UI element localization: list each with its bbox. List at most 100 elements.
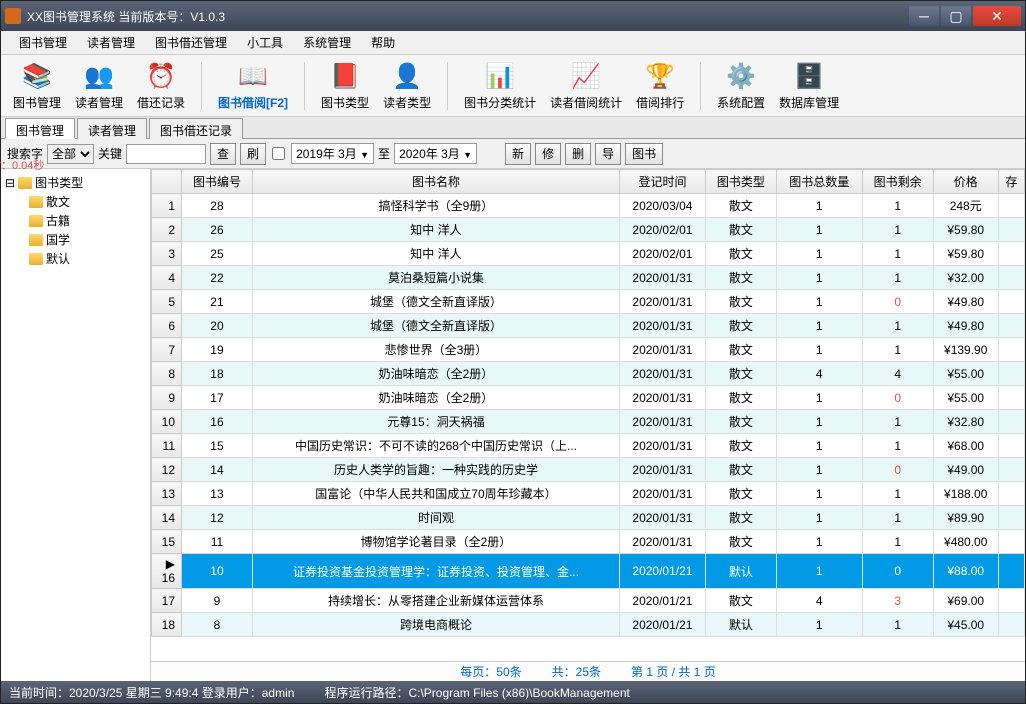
tool-借阅排行[interactable]: 🏆借阅排行 xyxy=(630,58,690,113)
cell: 14 xyxy=(152,506,182,530)
edit-button[interactable]: 修 xyxy=(535,143,561,165)
cell: ¥139.90 xyxy=(933,338,998,362)
cell: 1 xyxy=(862,194,933,218)
date-filter-checkbox[interactable] xyxy=(272,147,285,160)
menubar: 图书管理读者管理图书借还管理小工具系统管理帮助 xyxy=(1,31,1025,55)
tab-strip: 图书管理读者管理图书借还记录 xyxy=(1,117,1025,139)
col-图书总数量[interactable]: 图书总数量 xyxy=(776,170,862,194)
table-row[interactable]: 325知中 洋人2020/02/01散文11¥59.80 xyxy=(152,242,1025,266)
delete-button[interactable]: 删 xyxy=(565,143,591,165)
table-row[interactable]: 1511博物馆学论著目录（全2册）2020/01/31散文11¥480.00 xyxy=(152,530,1025,554)
table-row[interactable]: 521城堡（德文全新直译版）2020/01/31散文10¥49.80 xyxy=(152,290,1025,314)
main-window: XX图书管理系统 当前版本号：V1.0.3 ─ ▢ ✕ 图书管理读者管理图书借还… xyxy=(0,0,1026,704)
menu-小工具[interactable]: 小工具 xyxy=(237,31,293,54)
cell: 7 xyxy=(152,338,182,362)
date-from[interactable]: 2019年 3月 ▼ xyxy=(291,143,374,164)
table-row[interactable]: 1214历史人类学的旨趣：一种实践的历史学2020/01/31散文10¥49.0… xyxy=(152,458,1025,482)
tab-图书管理[interactable]: 图书管理 xyxy=(5,118,75,139)
book-button[interactable]: 图书 xyxy=(625,143,663,165)
tree-node-默认[interactable]: 默认 xyxy=(5,249,146,268)
col-图书类型[interactable]: 图书类型 xyxy=(705,170,776,194)
cell: 中国历史常识：不可不读的268个中国历史常识（上... xyxy=(252,434,619,458)
menu-帮助[interactable]: 帮助 xyxy=(361,31,405,54)
search-keyword-input[interactable] xyxy=(126,144,206,164)
cell: ¥49.00 xyxy=(933,458,998,482)
search-field-select[interactable]: 全部 xyxy=(47,144,94,164)
tool-读者借阅统计[interactable]: 📈读者借阅统计 xyxy=(544,58,628,113)
search-button[interactable]: 查 xyxy=(210,143,236,165)
table-row[interactable]: 1016元尊15：洞天祸福2020/01/31散文11¥32.80 xyxy=(152,410,1025,434)
menu-系统管理[interactable]: 系统管理 xyxy=(293,31,361,54)
tool-图书管理[interactable]: 📚图书管理 xyxy=(7,58,67,113)
table-row[interactable]: 1115中国历史常识：不可不读的268个中国历史常识（上...2020/01/3… xyxy=(152,434,1025,458)
cell: 默认 xyxy=(705,554,776,589)
col-价格[interactable]: 价格 xyxy=(933,170,998,194)
table-row[interactable]: 818奶油味暗恋（全2册）2020/01/31散文44¥55.00 xyxy=(152,362,1025,386)
table-row[interactable]: 1412时间观2020/01/31散文11¥89.90 xyxy=(152,506,1025,530)
menu-图书借还管理[interactable]: 图书借还管理 xyxy=(145,31,237,54)
tool-借还记录[interactable]: ⏰借还记录 xyxy=(131,58,191,113)
tool-label: 读者借阅统计 xyxy=(550,94,622,111)
col-图书编号[interactable]: 图书编号 xyxy=(182,170,253,194)
tree-node-散文[interactable]: 散文 xyxy=(5,192,146,211)
col-登记时间[interactable]: 登记时间 xyxy=(619,170,705,194)
cell: ¥59.80 xyxy=(933,218,998,242)
cell xyxy=(998,266,1024,290)
tool-图书类型[interactable]: 📕图书类型 xyxy=(315,58,375,113)
tool-图书分类统计[interactable]: 📊图书分类统计 xyxy=(458,58,542,113)
cell: 1 xyxy=(776,506,862,530)
book-grid[interactable]: 图书编号图书名称登记时间图书类型图书总数量图书剩余价格存128搞怪科学书（全9册… xyxy=(151,169,1025,661)
close-button[interactable]: ✕ xyxy=(973,6,1021,26)
tool-读者类型[interactable]: 👤读者类型 xyxy=(377,58,437,113)
cell: 12 xyxy=(182,506,253,530)
table-row[interactable]: 226知中 洋人2020/02/01散文11¥59.80 xyxy=(152,218,1025,242)
cell xyxy=(998,482,1024,506)
tool-label: 数据库管理 xyxy=(779,94,839,111)
cell: 散文 xyxy=(705,589,776,613)
minimize-button[interactable]: ─ xyxy=(909,6,939,26)
tab-读者管理[interactable]: 读者管理 xyxy=(77,118,147,139)
cell: ¥49.80 xyxy=(933,314,998,338)
cell: 1 xyxy=(862,218,933,242)
tree-node-国学[interactable]: 国学 xyxy=(5,230,146,249)
table-row[interactable]: 620城堡（德文全新直译版）2020/01/31散文11¥49.80 xyxy=(152,314,1025,338)
tool-系统配置[interactable]: ⚙️系统配置 xyxy=(711,58,771,113)
tree-root[interactable]: ⊟图书类型 xyxy=(5,173,146,192)
cell: 1 xyxy=(776,434,862,458)
table-row[interactable]: 188跨境电商概论2020/01/21默认11¥45.00 xyxy=(152,613,1025,637)
cell: 2020/01/31 xyxy=(619,290,705,314)
new-button[interactable]: 新 xyxy=(505,143,531,165)
cell: 1 xyxy=(862,266,933,290)
table-row[interactable]: 128搞怪科学书（全9册）2020/03/04散文11248元 xyxy=(152,194,1025,218)
table-row[interactable]: 917奶油味暗恋（全2册）2020/01/31散文10¥55.00 xyxy=(152,386,1025,410)
cell: 2020/01/31 xyxy=(619,410,705,434)
col-图书剩余[interactable]: 图书剩余 xyxy=(862,170,933,194)
tab-图书借还记录[interactable]: 图书借还记录 xyxy=(149,118,243,139)
col-图书名称[interactable]: 图书名称 xyxy=(252,170,619,194)
table-row[interactable]: 179持续增长：从零搭建企业新媒体运营体系2020/01/21散文43¥69.0… xyxy=(152,589,1025,613)
cell: 1 xyxy=(776,613,862,637)
table-row[interactable]: 719悲惨世界（全3册）2020/01/31散文11¥139.90 xyxy=(152,338,1025,362)
tree-node-古籍[interactable]: 古籍 xyxy=(5,211,146,230)
table-row[interactable]: 422莫泊桑短篇小说集2020/01/31散文11¥32.00 xyxy=(152,266,1025,290)
cell: 0 xyxy=(862,386,933,410)
table-row[interactable]: ▶ 1610证券投资基金投资管理学：证券投资、投资管理、金...2020/01/… xyxy=(152,554,1025,589)
cell: 散文 xyxy=(705,458,776,482)
cell xyxy=(998,242,1024,266)
titlebar[interactable]: XX图书管理系统 当前版本号：V1.0.3 ─ ▢ ✕ xyxy=(1,1,1025,31)
maximize-button[interactable]: ▢ xyxy=(941,6,971,26)
cell: 跨境电商概论 xyxy=(252,613,619,637)
date-to[interactable]: 2020年 3月 ▼ xyxy=(394,143,477,164)
tool-读者管理[interactable]: 👥读者管理 xyxy=(69,58,129,113)
refresh-button[interactable]: 刷 xyxy=(240,143,266,165)
export-button[interactable]: 导 xyxy=(595,143,621,165)
tool-数据库管理[interactable]: 🗄️数据库管理 xyxy=(773,58,845,113)
menu-图书管理[interactable]: 图书管理 xyxy=(9,31,77,54)
tool-label: 图书管理 xyxy=(13,94,61,111)
menu-读者管理[interactable]: 读者管理 xyxy=(77,31,145,54)
col-rownum[interactable] xyxy=(152,170,182,194)
col-存[interactable]: 存 xyxy=(998,170,1024,194)
tool-图书借阅[F2][interactable]: 📖图书借阅[F2] xyxy=(212,58,294,113)
table-row[interactable]: 1313国富论（中华人民共和国成立70周年珍藏本）2020/01/31散文11¥… xyxy=(152,482,1025,506)
tool-label: 读者管理 xyxy=(75,94,123,111)
